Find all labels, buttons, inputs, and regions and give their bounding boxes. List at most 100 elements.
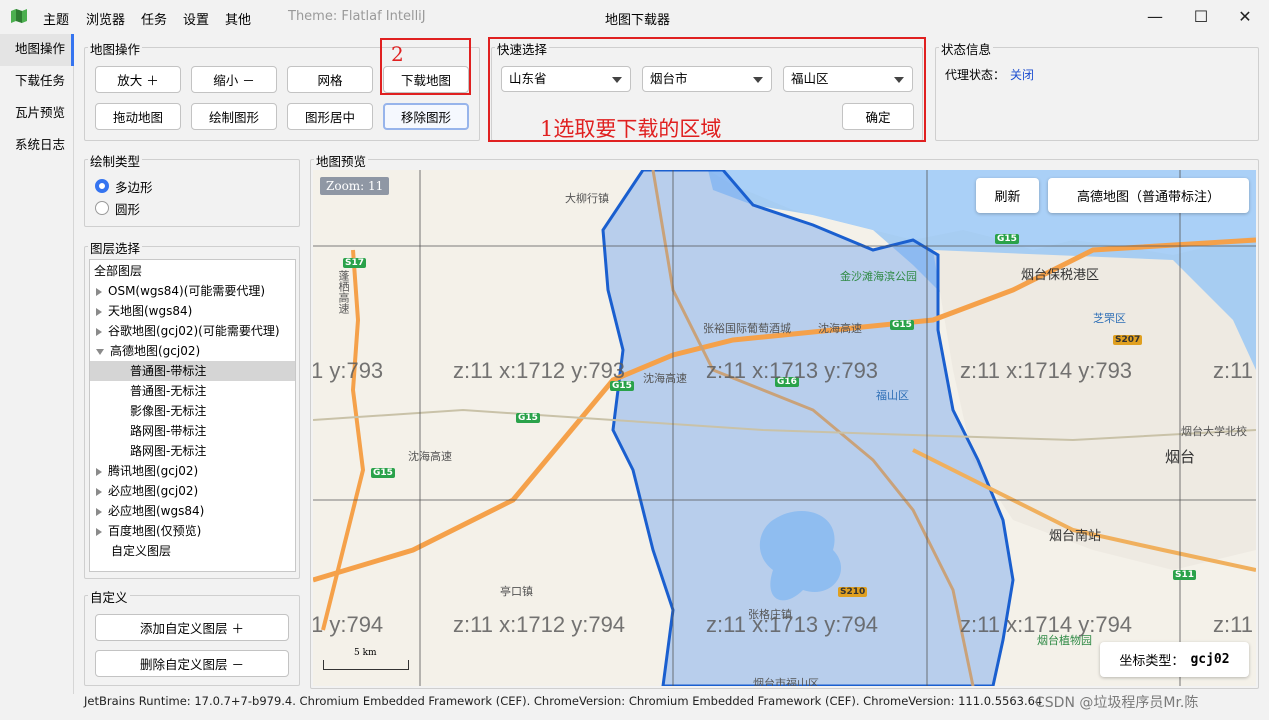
tree-node-label: 全部图层 <box>94 264 143 278</box>
layer-select-title: 图层选择 <box>88 238 143 257</box>
annotation-step2: 2 <box>391 42 404 66</box>
tile-label: z:11 <box>1213 358 1253 383</box>
nav-item-system-log[interactable]: 系统日志 <box>0 130 74 162</box>
tree-node-label: 腾讯地图(gcj02) <box>108 464 199 478</box>
tile-label: z:11 x:1712 y:794 <box>453 612 626 637</box>
grid-button[interactable]: 网格 <box>287 66 373 93</box>
proxy-status-value: 关闭 <box>1010 68 1035 82</box>
minimize-button[interactable]: — <box>1132 0 1178 32</box>
tile-label: z:11 x:1713 y:793 <box>706 358 879 383</box>
map-poi: 福山区 <box>876 389 909 402</box>
map-canvas[interactable]: 大柳行镇 金沙滩海滨公园 烟台保税港区 张裕国际葡萄酒城 芝罘区 福山区 烟台大… <box>313 170 1256 686</box>
map-app-icon <box>11 9 27 23</box>
expand-arrow-icon[interactable] <box>96 287 102 296</box>
tree-node-gaode-roads-labeled[interactable]: 路网图-带标注 <box>90 421 295 441</box>
tree-node-gaode-normal-labeled[interactable]: 普通图-带标注 <box>90 361 295 381</box>
tree-node-label: 自定义图层 <box>111 544 172 558</box>
menu-other[interactable]: 其他 <box>225 9 251 28</box>
tree-node-label: 普通图-无标注 <box>130 384 207 398</box>
tree-node-gaode-normal-plain[interactable]: 普通图-无标注 <box>90 381 295 401</box>
map-poi: 烟台保税港区 <box>1021 268 1100 283</box>
menu-theme[interactable]: 主题 <box>43 9 69 28</box>
remove-custom-layer-button[interactable]: 删除自定义图层 － <box>95 650 289 677</box>
road-shield: G15 <box>890 320 914 330</box>
tree-node-tencent[interactable]: 腾讯地图(gcj02) <box>90 461 295 481</box>
map-road-label: 沈海高速 <box>408 450 452 463</box>
nav-item-download-tasks[interactable]: 下载任务 <box>0 66 74 98</box>
road-shield: S210 <box>838 587 868 597</box>
menu-tasks[interactable]: 任务 <box>141 9 167 28</box>
menu-settings[interactable]: 设置 <box>183 9 209 28</box>
road-shield: S11 <box>1173 570 1197 580</box>
tree-node-custom[interactable]: 自定义图层 <box>90 541 295 561</box>
expand-arrow-icon[interactable] <box>96 507 102 516</box>
layer-tree[interactable]: 全部图层 OSM(wgs84)(可能需要代理) 天地图(wgs84) 谷歌地图(… <box>89 259 296 572</box>
status-info-title: 状态信息 <box>939 39 994 58</box>
tree-node-osm[interactable]: OSM(wgs84)(可能需要代理) <box>90 281 295 301</box>
tree-node-all-layers[interactable]: 全部图层 <box>90 261 295 281</box>
tree-node-label: 谷歌地图(gcj02)(可能需要代理) <box>108 324 280 338</box>
zoom-out-button[interactable]: 缩小 － <box>191 66 277 93</box>
tree-node-baidu[interactable]: 百度地图(仅预览) <box>90 521 295 541</box>
tree-node-gaode-satellite[interactable]: 影像图-无标注 <box>90 401 295 421</box>
map-poi: 大柳行镇 <box>565 192 609 205</box>
map-poi: 金沙滩海滨公园 <box>840 270 917 283</box>
custom-title: 自定义 <box>88 587 130 606</box>
radio-unchecked-icon <box>95 201 109 215</box>
draw-shape-button[interactable]: 绘制图形 <box>191 103 277 130</box>
tile-label: 1 y:794 <box>313 612 384 637</box>
radio-circle[interactable]: 圆形 <box>95 199 140 217</box>
menu-browser[interactable]: 浏览器 <box>86 9 125 28</box>
tree-node-bing-gcj02[interactable]: 必应地图(gcj02) <box>90 481 295 501</box>
title-bar: 主题 浏览器 任务 设置 其他 Theme: Flatlaf IntelliJ … <box>0 0 1269 34</box>
expand-arrow-icon[interactable] <box>96 527 102 536</box>
tree-node-label: 路网图-无标注 <box>130 444 207 458</box>
road-shield: S207 <box>1113 335 1143 345</box>
nav-item-tile-preview[interactable]: 瓦片预览 <box>0 98 74 130</box>
road-shield: G15 <box>995 234 1019 244</box>
radio-polygon[interactable]: 多边形 <box>95 177 153 195</box>
tree-node-gaode[interactable]: 高德地图(gcj02) <box>90 341 295 361</box>
tree-node-label: 必应地图(wgs84) <box>108 504 205 518</box>
map-poi: 亭口镇 <box>500 585 533 598</box>
pan-map-button[interactable]: 拖动地图 <box>95 103 181 130</box>
coord-type-panel: 坐标类型： gcj02 <box>1100 642 1249 677</box>
expand-arrow-icon[interactable] <box>96 467 102 476</box>
scale-bar: 5 km <box>323 648 409 670</box>
tree-node-bing-wgs84[interactable]: 必应地图(wgs84) <box>90 501 295 521</box>
radio-checked-icon <box>95 179 109 193</box>
expand-arrow-icon[interactable] <box>96 327 102 336</box>
add-custom-layer-button[interactable]: 添加自定义图层 ＋ <box>95 614 289 641</box>
refresh-button[interactable]: 刷新 <box>976 178 1039 213</box>
tile-label: 1 y:793 <box>313 358 384 383</box>
tile-label: z:11 x:1714 y:793 <box>960 358 1133 383</box>
tree-node-label: 百度地图(仅预览) <box>108 524 202 538</box>
coord-type-value: gcj02 <box>1190 652 1230 667</box>
tree-node-label: 高德地图(gcj02) <box>110 344 201 358</box>
layer-switch-button[interactable]: 高德地图（普通带标注） <box>1048 178 1249 213</box>
collapse-arrow-icon[interactable] <box>96 348 104 355</box>
zoom-in-button[interactable]: 放大 ＋ <box>95 66 181 93</box>
tree-node-tianditu[interactable]: 天地图(wgs84) <box>90 301 295 321</box>
maximize-button[interactable]: ☐ <box>1178 0 1224 32</box>
nav-item-map-ops[interactable]: 地图操作 <box>0 34 74 66</box>
close-button[interactable]: ✕ <box>1222 0 1268 32</box>
center-shape-button[interactable]: 图形居中 <box>287 103 373 130</box>
tile-label: z:11 x:1714 y:794 <box>960 612 1133 637</box>
map-poi: 烟台 <box>1165 448 1196 466</box>
coord-type-label: 坐标类型： <box>1119 654 1185 669</box>
remove-shape-button[interactable]: 移除图形 <box>383 103 469 130</box>
map-ops-title: 地图操作 <box>88 39 143 58</box>
window-title: 地图下载器 <box>605 13 671 28</box>
tree-node-gaode-roads-plain[interactable]: 路网图-无标注 <box>90 441 295 461</box>
radio-polygon-label: 多边形 <box>115 179 153 195</box>
radio-circle-label: 圆形 <box>115 201 141 217</box>
expand-arrow-icon[interactable] <box>96 487 102 496</box>
tree-node-label: 天地图(wgs84) <box>108 304 193 318</box>
proxy-status-label: 代理状态： <box>945 68 1006 82</box>
annotation-step1: 1选取要下载的区域 <box>540 117 722 141</box>
expand-arrow-icon[interactable] <box>96 307 102 316</box>
theme-label: Theme: Flatlaf IntelliJ <box>288 9 426 24</box>
tree-node-google[interactable]: 谷歌地图(gcj02)(可能需要代理) <box>90 321 295 341</box>
tree-node-label: 普通图-带标注 <box>130 364 207 378</box>
